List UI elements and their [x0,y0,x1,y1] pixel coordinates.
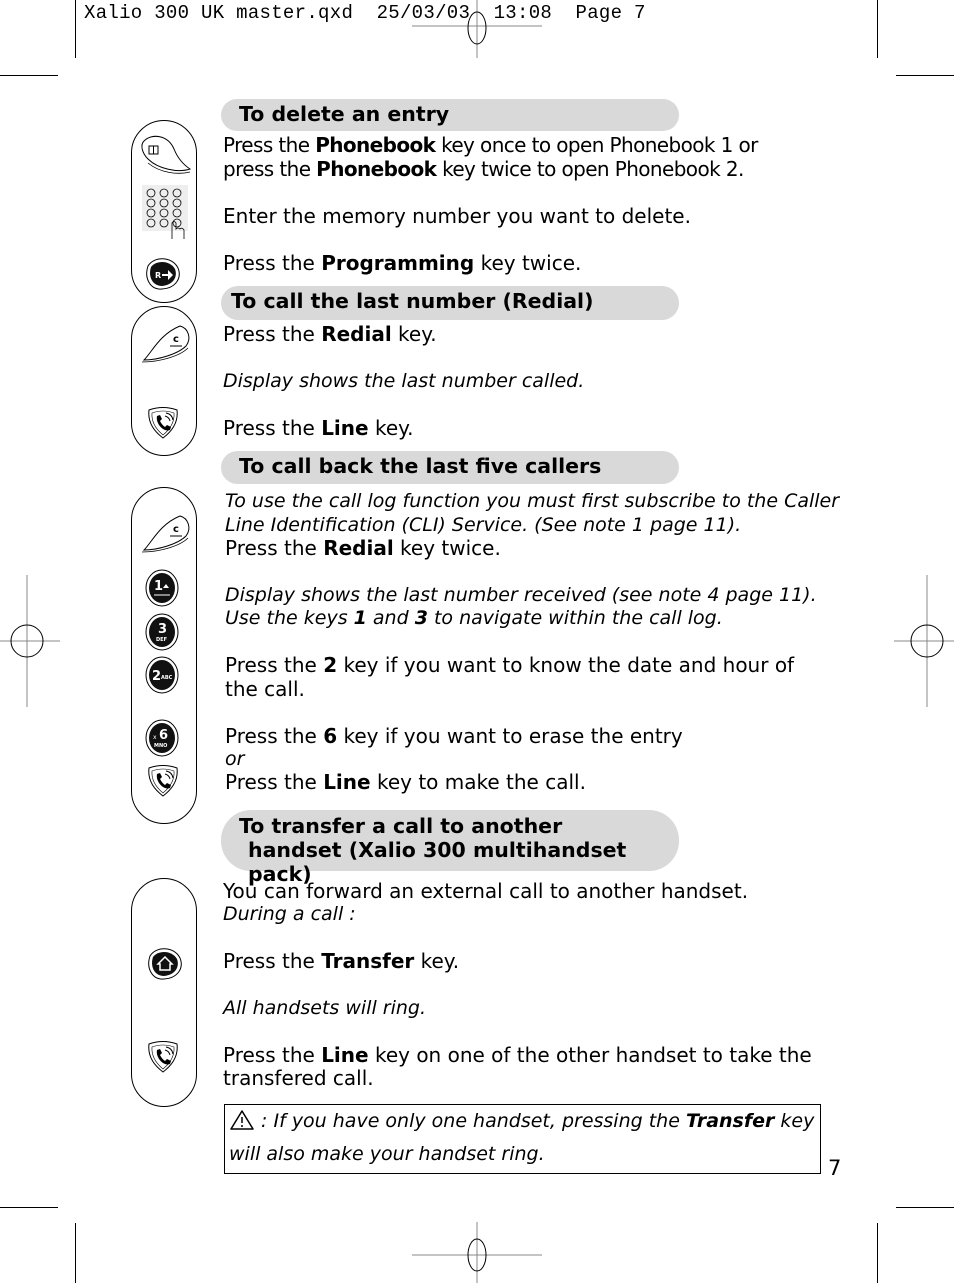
instruction-line: press the Phonebook key twice to open Ph… [223,157,744,181]
ring-note: All handsets will ring. [223,997,427,1019]
svg-text:3: 3 [158,622,167,637]
section-heading-transfer: To transfer a call to another handset (X… [221,810,679,886]
section-heading-redial: To call the last number (Redial) [221,286,679,320]
svg-text:x: x [153,734,157,741]
crop-mark [877,0,878,58]
transfer-key-icon [148,948,182,980]
registration-mark-top [412,0,542,58]
instruction-line: Press the 6 key if you want to erase the… [225,724,683,748]
key-3-icon: 3 DEF [145,613,179,651]
instruction-line: Press the Phonebook key once to open Pho… [223,133,758,157]
line-key-icon [148,765,178,797]
key-1-icon: 1 [145,569,179,607]
instruction-line: Press the Programming key twice. [223,251,582,275]
display-note: Display shows the last number called. [223,370,585,392]
instruction-line: Press the Line key to make the call. [225,770,586,794]
crop-mark [75,0,76,58]
crop-mark [0,75,58,76]
key-2-icon: 2 ABC [145,656,179,694]
registration-mark-right [894,575,954,707]
phonebook-key-icon [141,135,192,174]
crop-mark [896,1207,954,1208]
svg-text:2: 2 [152,669,161,684]
instruction-line: Press the Line key. [223,416,414,440]
svg-text:MNO: MNO [154,743,167,749]
svg-text:6: 6 [159,728,168,743]
heading-text: To call the last number (Redial) [231,289,594,313]
key-6-icon: 6 x MNO [145,719,179,757]
instruction-line: Press the 2 key if you want to know the … [225,653,795,677]
redial-key-icon: c [141,325,190,363]
registration-mark-bottom [412,1222,542,1283]
heading-text: To call back the last five callers [239,454,602,478]
crop-mark [75,1223,76,1283]
instruction-line: Enter the memory number you want to dele… [223,204,691,228]
during-call-note: During a call : [223,903,356,925]
instruction-line: You can forward an external call to anot… [223,879,749,903]
crop-mark [877,1223,878,1283]
instruction-line: Press the Transfer key. [223,949,460,973]
keypad-icon [142,185,188,239]
instruction-line: transfered call. [223,1066,374,1090]
registration-mark-left [0,575,60,707]
heading-text-line1: To transfer a call to another [239,814,563,838]
print-slug: Xalio 300 UK master.qxd 25/03/03 13:08 P… [84,2,646,24]
warning-note-box: : If you have only one handset, pressing… [224,1104,821,1174]
or-text: or [225,748,245,770]
line-key-icon [148,1041,178,1073]
display-note: Display shows the last number received (… [225,584,817,606]
svg-text:ABC: ABC [161,675,173,681]
cli-note-line: To use the call log function you must fi… [225,490,840,512]
crop-mark [0,1207,58,1208]
cli-note-line: Line Identification (CLI) Service. (See … [225,514,742,536]
instruction-line: Press the Line key on one of the other h… [223,1043,812,1067]
instruction-line: Press the Redial key twice. [225,536,501,560]
warning-icon [230,1110,254,1130]
navigate-note: Use the keys 1 and 3 to navigate within … [225,607,723,629]
svg-text:1: 1 [154,579,163,594]
svg-text:c: c [173,334,179,345]
heading-text: To delete an entry [239,102,450,126]
line-key-icon [148,407,178,439]
svg-text:R: R [155,271,161,280]
svg-text:c: c [173,524,179,535]
instruction-line: Press the Redial key. [223,322,437,346]
redial-key-icon: c [141,515,190,553]
programming-key-icon: R [146,258,180,290]
section-heading-last-five-callers: To call back the last five callers [221,451,679,484]
svg-text:DEF: DEF [156,637,167,643]
instruction-line: the call. [225,677,305,701]
note-line2: will also make your handset ring. [229,1143,545,1165]
crop-mark [896,75,954,76]
section-heading-delete-entry: To delete an entry [221,99,679,131]
page-number: 7 [828,1156,842,1180]
